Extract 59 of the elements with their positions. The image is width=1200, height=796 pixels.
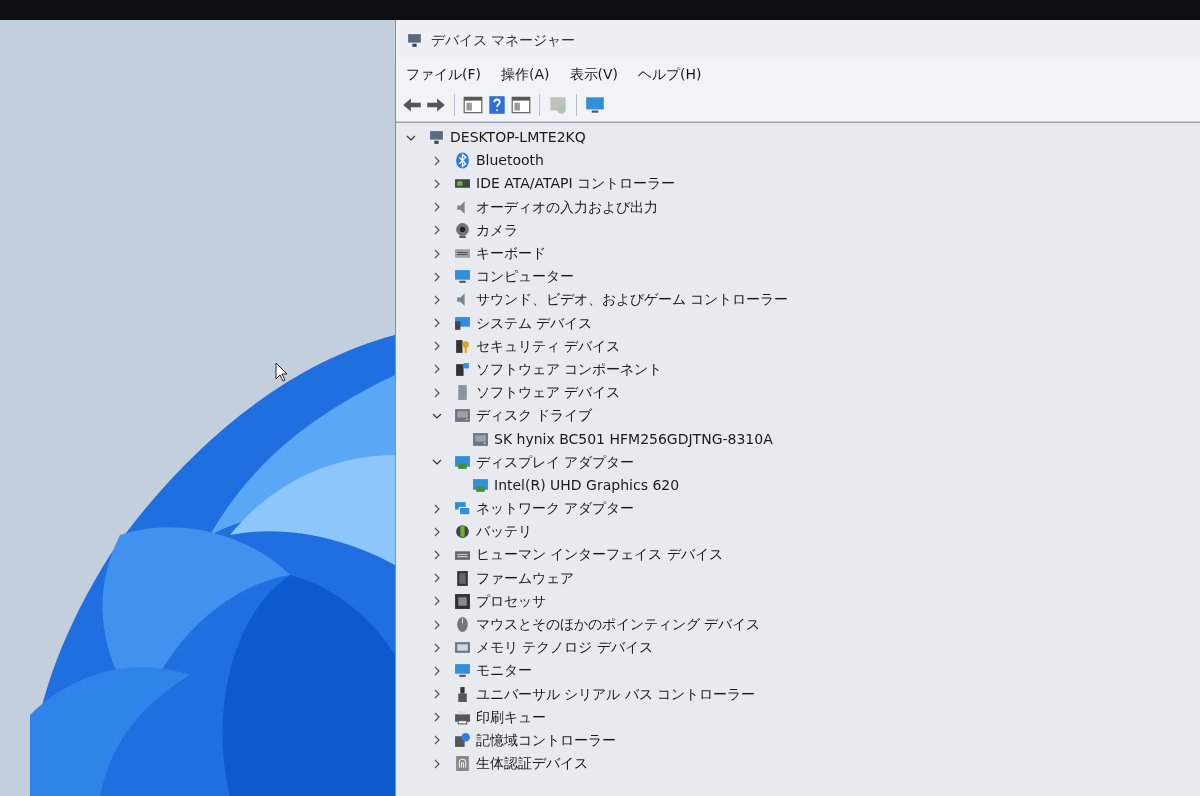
tree-item[interactable]: メモリ テクノロジ デバイス — [476, 637, 653, 659]
tree-item[interactable]: ネットワーク アダプター — [476, 498, 635, 520]
tree-item[interactable]: ディスプレイ アダプター — [476, 451, 635, 473]
tree-item[interactable]: バッテリ — [476, 521, 532, 543]
tree-item[interactable]: サウンド、ビデオ、およびゲーム コントローラー — [476, 289, 789, 311]
tree-item[interactable]: DESKTOP-LMTE2KQ — [450, 127, 586, 149]
tree-item[interactable]: セキュリティ デバイス — [476, 335, 621, 357]
tree-item[interactable]: Bluetooth — [476, 150, 544, 172]
tree-item[interactable]: ディスク ドライブ — [476, 405, 593, 427]
chevron-icon[interactable] — [432, 341, 442, 352]
chevron-icon[interactable] — [432, 248, 442, 259]
chevron-icon[interactable] — [432, 526, 442, 537]
tree-item[interactable]: IDE ATA/ATAPI コントローラー — [476, 173, 675, 195]
chevron-icon[interactable] — [432, 573, 442, 584]
tree-item[interactable]: オーディオの入力および出力 — [476, 196, 658, 218]
chevron-icon[interactable] — [432, 178, 442, 189]
chevron-icon[interactable] — [432, 294, 442, 305]
tree-item[interactable]: コンピューター — [476, 266, 574, 288]
menu-item[interactable]: ファイル(F) — [406, 63, 481, 85]
chevron-icon[interactable] — [432, 271, 442, 282]
tree-item[interactable]: 記憶域コントローラー — [476, 729, 616, 751]
chevron-icon[interactable] — [432, 318, 442, 329]
chevron-icon[interactable] — [432, 155, 442, 166]
window-title: デバイス マネージャー — [431, 30, 576, 50]
mouse-cursor-icon — [275, 362, 288, 382]
menu-item[interactable]: 表示(V) — [569, 63, 618, 85]
chevron-icon[interactable] — [432, 735, 442, 746]
chevron-icon[interactable] — [432, 712, 442, 723]
tree-item[interactable]: キーボード — [476, 243, 546, 265]
tree-item[interactable]: Intel(R) UHD Graphics 620 — [494, 474, 680, 496]
tree-item[interactable]: マウスとそのほかのポインティング デバイス — [476, 614, 761, 636]
help-icon[interactable] — [486, 93, 508, 116]
tree-item[interactable]: ソフトウェア デバイス — [476, 382, 621, 404]
tree-item[interactable]: モニター — [476, 660, 532, 682]
chevron-icon[interactable] — [432, 549, 442, 560]
tree-item[interactable]: ユニバーサル シリアル バス コントローラー — [476, 683, 756, 705]
chevron-icon[interactable] — [432, 364, 442, 375]
menu-item[interactable]: 操作(A) — [501, 63, 550, 85]
tree-item[interactable]: ヒューマン インターフェイス デバイス — [476, 544, 723, 566]
tree-item[interactable]: ファームウェア — [476, 567, 574, 589]
tree-item[interactable]: システム デバイス — [476, 312, 593, 334]
chevron-icon[interactable] — [432, 387, 442, 398]
chevron-icon[interactable] — [432, 503, 442, 514]
computer-icon — [406, 31, 423, 49]
tree-item[interactable]: 印刷キュー — [476, 706, 546, 728]
chevron-icon[interactable] — [432, 665, 442, 676]
chevron-icon[interactable] — [432, 202, 442, 213]
tree-item[interactable]: 生体認証デバイス — [476, 753, 588, 775]
chevron-icon[interactable] — [432, 225, 442, 236]
tree-item[interactable]: SK hynix BC501 HFM256GDJTNG-8310A — [494, 428, 773, 450]
tree-item[interactable]: ソフトウェア コンポーネント — [476, 358, 663, 380]
tree-item[interactable]: カメラ — [476, 219, 518, 241]
tree-item[interactable]: プロセッサ — [476, 590, 546, 612]
chevron-icon[interactable] — [432, 596, 442, 607]
chevron-icon[interactable] — [432, 689, 442, 700]
chevron-icon[interactable] — [432, 642, 442, 653]
chevron-icon[interactable] — [432, 758, 442, 769]
menu-item[interactable]: ヘルプ(H) — [638, 63, 702, 85]
chevron-icon[interactable] — [432, 619, 442, 630]
